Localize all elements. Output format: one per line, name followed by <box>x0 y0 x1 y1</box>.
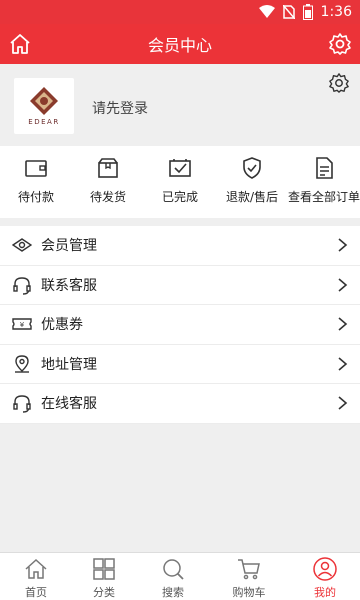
menu-item-online-service[interactable]: 在线客服 <box>0 384 360 424</box>
menu-label: 在线客服 <box>41 396 97 413</box>
checkbox-icon <box>169 159 191 177</box>
chevron-right-icon <box>338 238 348 252</box>
status-bar: 1:36 <box>0 0 360 24</box>
headset-icon <box>13 277 31 295</box>
menu-item-coupons[interactable]: ¥ 优惠券 <box>0 305 360 345</box>
page-title: 会员中心 <box>147 36 212 55</box>
app-header: 会员中心 <box>0 24 360 64</box>
chevron-right-icon <box>338 396 348 410</box>
coupon-icon: ¥ <box>12 318 32 330</box>
tab-home[interactable]: 首页 <box>0 553 72 600</box>
avatar[interactable]: EDEAR <box>14 78 74 134</box>
tab-label: 搜索 <box>162 586 184 599</box>
chevron-right-icon <box>338 357 348 371</box>
tab-label: 我的 <box>314 586 336 599</box>
grid-icon <box>93 558 115 580</box>
menu-item-member-management[interactable]: 会员管理 <box>0 226 360 266</box>
clock: 1:36 <box>320 4 352 20</box>
tab-search[interactable]: 搜索 <box>137 553 209 600</box>
order-pending-payment[interactable]: 待付款 <box>0 146 72 218</box>
brand-logo-icon <box>30 87 58 115</box>
order-completed[interactable]: 已完成 <box>144 146 216 218</box>
svg-text:¥: ¥ <box>20 321 25 329</box>
order-refund[interactable]: 退款/售后 <box>216 146 288 218</box>
tab-cart[interactable]: 购物车 <box>213 553 285 600</box>
order-shortcuts: 待付款 待发货 已完成 退款/售后 查看全部订单 <box>0 146 360 218</box>
tab-label: 购物车 <box>232 586 266 599</box>
menu-label: 优惠券 <box>41 317 83 334</box>
order-pending-shipment[interactable]: 待发货 <box>72 146 144 218</box>
order-view-all[interactable]: 查看全部订单 <box>288 146 360 218</box>
document-icon <box>316 157 333 179</box>
box-icon <box>98 158 118 178</box>
brand-text: EDEAR <box>28 118 60 126</box>
tab-category[interactable]: 分类 <box>68 553 140 600</box>
gear-icon[interactable] <box>328 32 352 56</box>
login-link[interactable]: 请先登录 <box>92 98 148 118</box>
tab-mine[interactable]: 我的 <box>289 553 360 600</box>
member-menu: 会员管理 联系客服 ¥ 优惠券 地址管理 在线客服 <box>0 226 360 424</box>
wallet-icon <box>25 160 47 177</box>
order-label: 待付款 <box>17 190 54 204</box>
menu-label: 地址管理 <box>41 356 97 373</box>
order-label: 已完成 <box>161 190 198 204</box>
diamond-eye-icon <box>12 238 32 253</box>
chevron-right-icon <box>338 278 348 292</box>
gear-icon[interactable] <box>328 72 350 94</box>
search-icon <box>163 559 184 580</box>
tab-label: 首页 <box>25 586 47 599</box>
tab-label: 分类 <box>93 586 115 599</box>
menu-item-contact-service[interactable]: 联系客服 <box>0 266 360 305</box>
battery-icon <box>302 4 313 20</box>
location-icon <box>15 355 29 373</box>
wifi-icon <box>258 5 275 18</box>
menu-label: 会员管理 <box>41 238 97 255</box>
chevron-right-icon <box>338 317 348 331</box>
order-label: 查看全部订单 <box>288 190 360 204</box>
menu-label: 联系客服 <box>41 277 97 294</box>
headset-icon <box>13 395 31 413</box>
order-label: 待发货 <box>89 190 126 204</box>
home-icon <box>25 558 47 579</box>
cart-icon <box>238 559 260 580</box>
user-icon <box>313 557 337 581</box>
menu-item-address[interactable]: 地址管理 <box>0 345 360 384</box>
profile-section: EDEAR 请先登录 <box>0 64 360 144</box>
bottom-tab-bar: 首页 分类 搜索 购物车 我的 <box>0 552 360 600</box>
home-icon[interactable] <box>8 32 32 56</box>
shield-check-icon <box>243 157 261 179</box>
no-sim-icon <box>282 5 295 19</box>
order-label: 退款/售后 <box>225 190 279 204</box>
